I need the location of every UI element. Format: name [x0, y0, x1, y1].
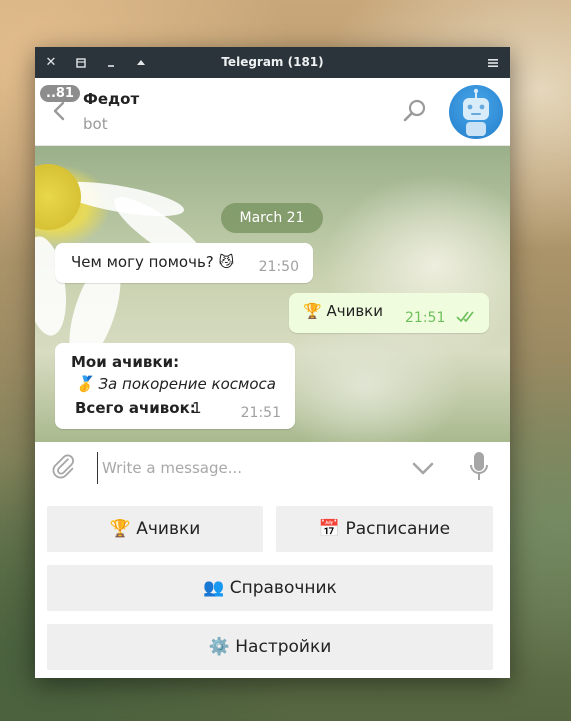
window-title: Telegram (181)	[221, 55, 324, 69]
robot-avatar-icon	[463, 88, 489, 136]
chevron-down-icon	[412, 462, 434, 475]
attach-button[interactable]	[49, 452, 79, 482]
window-menu-button[interactable]	[481, 47, 505, 78]
search-icon	[403, 99, 426, 122]
search-button[interactable]	[401, 97, 429, 125]
message-achievement: 🥇 За покорение космоса	[75, 375, 276, 393]
keyboard-button-schedule[interactable]: 📅 Расписание	[276, 506, 493, 552]
voice-record-button[interactable]	[467, 450, 491, 484]
chat-history[interactable]: March 21 Чем могу помочь? 😼 21:50 🏆 Ачив…	[35, 146, 510, 442]
outgoing-message[interactable]: 🏆 Ачивки 21:51	[289, 293, 489, 333]
keyboard-button-achievements[interactable]: 🏆 Ачивки	[47, 506, 263, 552]
message-text: 🏆 Ачивки	[303, 302, 383, 320]
keyboard-button-label: 📅 Расписание	[318, 519, 451, 539]
message-time: 21:51	[405, 310, 446, 326]
keyboard-button-label: 🏆 Ачивки	[109, 519, 201, 539]
hide-keyboard-button[interactable]	[409, 454, 437, 482]
incoming-message[interactable]: Чем могу помочь? 😼 21:50	[55, 243, 313, 283]
message-total-label: Всего ачивок:	[75, 399, 196, 417]
message-title: Мои ачивки:	[71, 353, 180, 371]
wallpaper-daisy-center	[35, 164, 81, 230]
hamburger-icon	[488, 58, 498, 67]
paperclip-icon	[52, 454, 74, 479]
telegram-window: ✕ Telegram (181) ..81 Федот bot March 21…	[35, 47, 510, 678]
keyboard-button-label: 👥 Справочник	[203, 578, 337, 598]
date-separator: March 21	[221, 203, 323, 233]
peer-status: bot	[83, 115, 108, 133]
keyboard-button-reference[interactable]: 👥 Справочник	[47, 565, 493, 611]
keyboard-button-settings[interactable]: ⚙️ Настройки	[47, 624, 493, 670]
message-composer	[35, 442, 510, 493]
message-time: 21:50	[258, 259, 299, 275]
peer-avatar[interactable]	[449, 85, 503, 139]
unread-badge: ..81	[40, 85, 80, 102]
chat-header: ..81 Федот bot	[35, 78, 510, 146]
message-time: 21:51	[240, 405, 281, 421]
peer-name[interactable]: Федот	[83, 90, 139, 108]
microphone-icon	[470, 452, 488, 480]
double-check-icon	[456, 311, 474, 323]
message-input[interactable]	[97, 452, 404, 484]
keyboard-button-label: ⚙️ Настройки	[208, 637, 332, 657]
incoming-message[interactable]: Мои ачивки: 🥇 За покорение космоса Всего…	[55, 343, 295, 429]
message-total-value: 1	[192, 399, 202, 417]
message-text: Чем могу помочь? 😼	[71, 253, 235, 271]
title-bar: ✕ Telegram (181)	[35, 47, 510, 78]
